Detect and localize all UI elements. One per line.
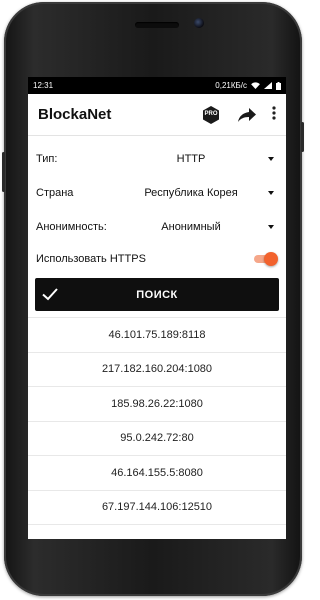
https-label: Использовать HTTPS — [36, 253, 146, 265]
screen: 12:31 0,21КБ/с BlockaNet PRO Тип: HTTP С… — [28, 77, 286, 539]
type-value: HTTP — [176, 153, 206, 165]
more-vert-icon[interactable] — [270, 105, 278, 124]
search-button[interactable]: ПОИСК — [35, 278, 279, 311]
share-icon[interactable] — [238, 107, 256, 122]
anonymity-select[interactable]: Анонимность: Анонимный — [28, 210, 286, 244]
dropdown-arrow-icon — [268, 191, 274, 195]
battery-icon — [276, 81, 281, 90]
https-toggle-row: Использовать HTTPS — [28, 244, 286, 274]
earpiece-speaker — [135, 22, 179, 28]
network-speed: 0,21КБ/с — [215, 81, 247, 90]
status-time: 12:31 — [33, 81, 54, 90]
pro-badge-label: PRO — [204, 110, 218, 117]
list-item[interactable]: 95.0.242.72:80 — [28, 422, 286, 456]
list-item[interactable]: 67.197.144.106:12510 — [28, 491, 286, 525]
volume-button — [2, 152, 5, 192]
status-bar: 12:31 0,21КБ/с — [28, 77, 286, 94]
check-icon — [42, 288, 58, 301]
country-label: Страна — [36, 187, 74, 199]
country-value: Республика Корея — [144, 187, 238, 199]
anonymity-value: Анонимный — [161, 221, 221, 233]
proxy-list: 46.101.75.189:8118 217.182.160.204:1080 … — [28, 317, 286, 525]
app-bar: BlockaNet PRO — [28, 94, 286, 136]
pro-badge-icon[interactable]: PRO — [202, 105, 220, 124]
type-select[interactable]: Тип: HTTP — [28, 142, 286, 176]
front-camera — [194, 18, 204, 28]
type-label: Тип: — [36, 153, 58, 165]
status-indicators: 0,21КБ/с — [215, 81, 281, 90]
country-select[interactable]: Страна Республика Корея — [28, 176, 286, 210]
dropdown-arrow-icon — [268, 157, 274, 161]
list-item[interactable]: 217.182.160.204:1080 — [28, 353, 286, 387]
list-item[interactable]: 185.98.26.22:1080 — [28, 387, 286, 422]
list-item[interactable]: 46.164.155.5:8080 — [28, 456, 286, 491]
dropdown-arrow-icon — [268, 225, 274, 229]
https-switch[interactable] — [252, 252, 278, 266]
power-button — [301, 122, 304, 152]
switch-thumb — [264, 252, 278, 266]
signal-icon — [264, 82, 272, 89]
wifi-icon — [251, 82, 260, 89]
search-button-label: ПОИСК — [136, 288, 178, 301]
app-title: BlockaNet — [38, 106, 112, 123]
anonymity-label: Анонимность: — [36, 221, 107, 233]
phone-frame: 12:31 0,21КБ/с BlockaNet PRO Тип: HTTP С… — [2, 2, 304, 596]
list-item[interactable]: 46.101.75.189:8118 — [28, 318, 286, 353]
